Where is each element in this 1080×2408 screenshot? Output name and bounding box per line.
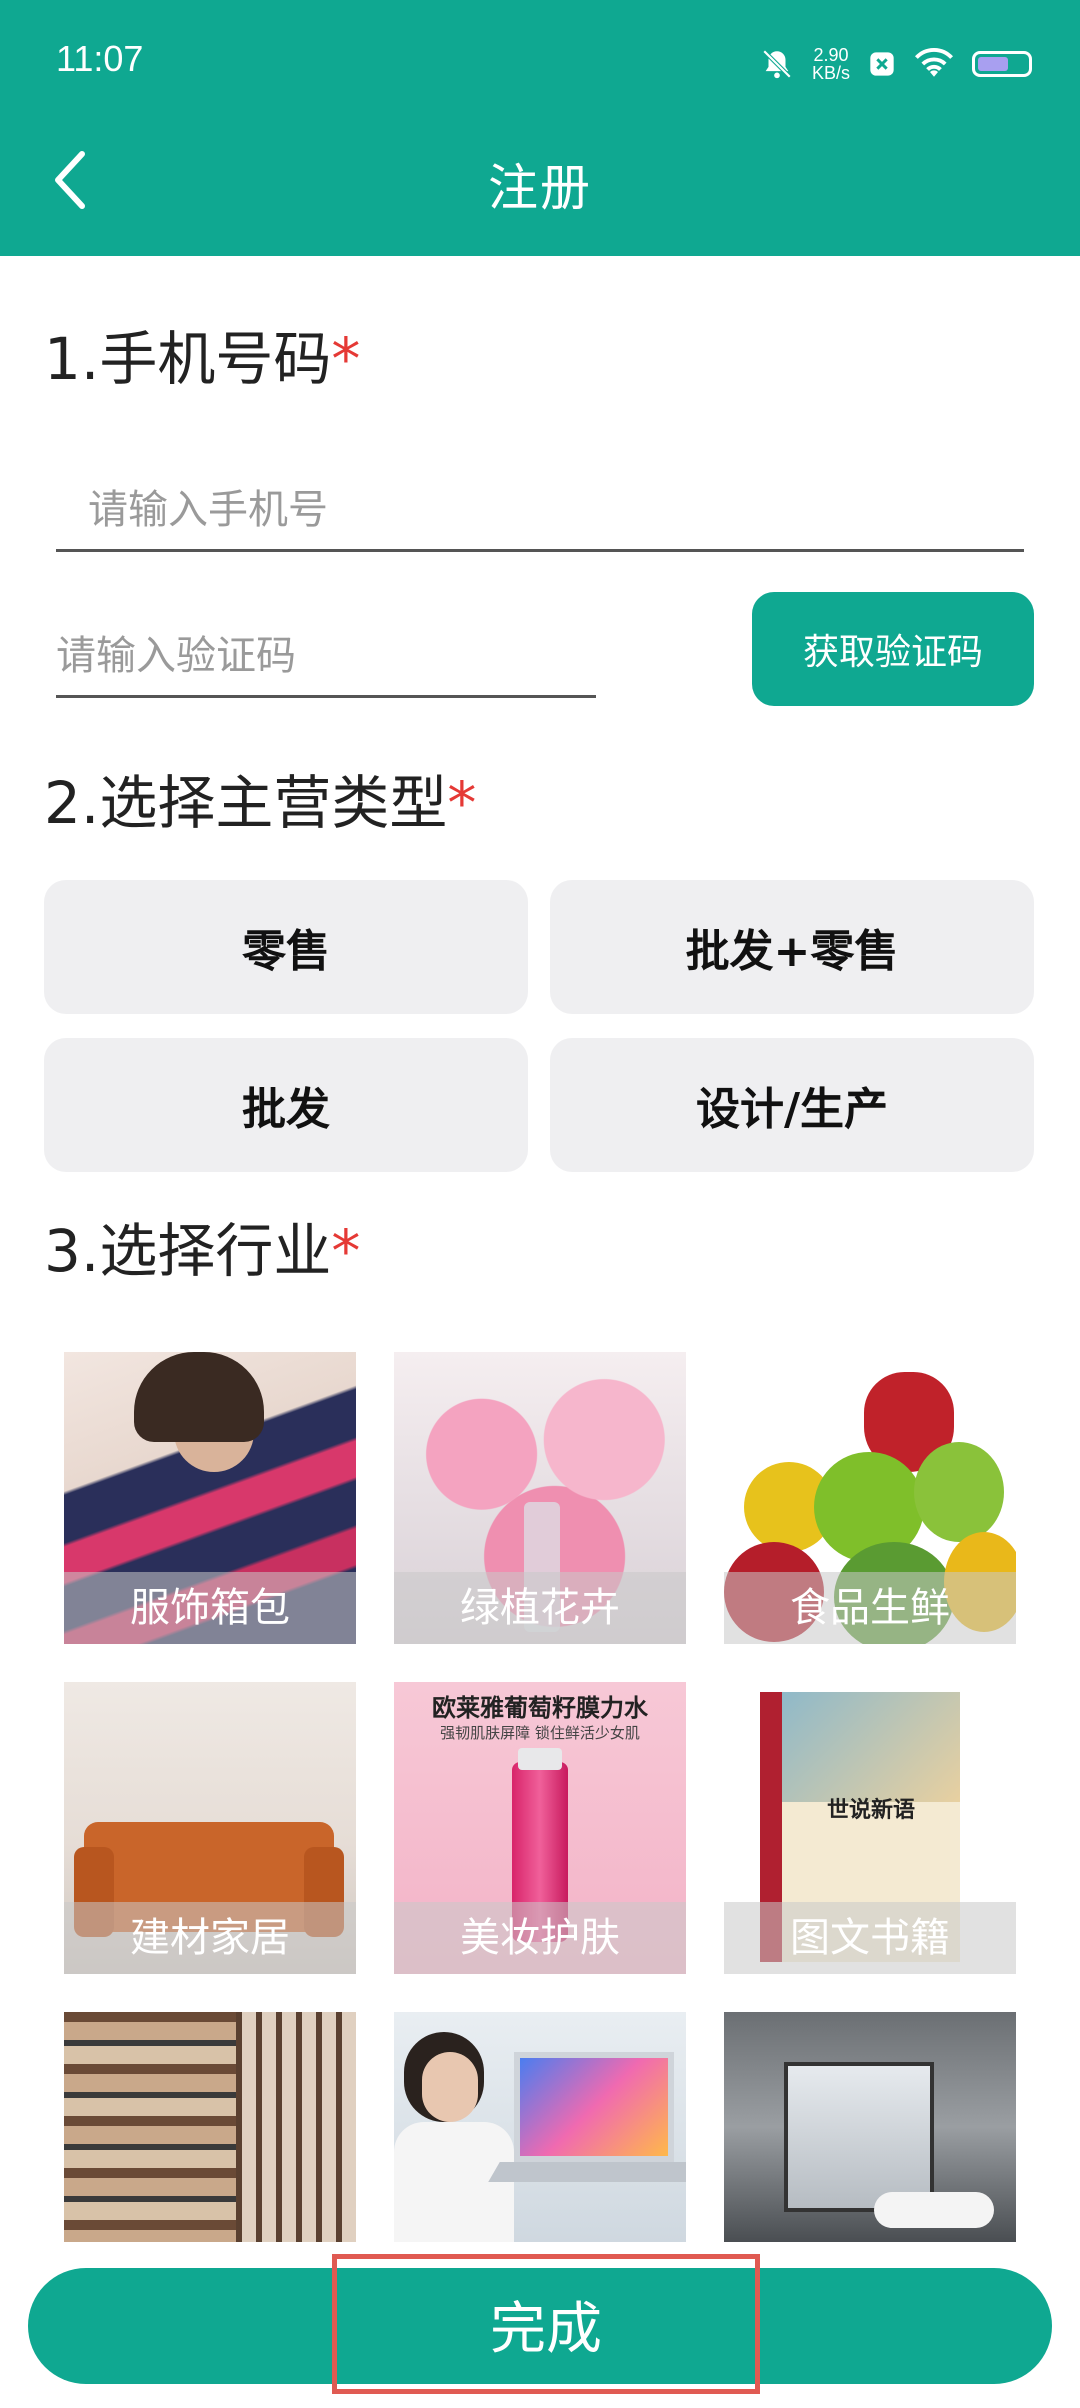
industry-tile-plants-flowers[interactable]: 绿植花卉 bbox=[394, 1352, 686, 1644]
required-mark: * bbox=[447, 769, 477, 837]
industry-label: 建材家居 bbox=[64, 1902, 356, 1974]
industry-label: 图文书籍 bbox=[724, 1902, 1016, 1974]
app-bar: 11:07 2.90 KB/s 注册 bbox=[0, 0, 1080, 256]
mute-icon bbox=[762, 49, 792, 79]
industry-tile-apparel[interactable]: 服饰箱包 bbox=[64, 1352, 356, 1644]
industry-tile-fresh-food[interactable]: 食品生鲜 bbox=[724, 1352, 1016, 1644]
section-business-type-title: 2.选择主营类型* bbox=[44, 769, 477, 837]
type-option-retail[interactable]: 零售 bbox=[44, 880, 528, 1014]
industry-tile-books[interactable]: 世说新语 图文书籍 bbox=[724, 1682, 1016, 1974]
get-code-button[interactable]: 获取验证码 bbox=[752, 592, 1034, 706]
verification-code-input[interactable]: 请输入验证码 bbox=[56, 628, 596, 698]
industry-tile-electronics[interactable] bbox=[394, 2012, 686, 2242]
code-placeholder: 请输入验证码 bbox=[56, 633, 296, 679]
type-option-wholesale-retail[interactable]: 批发+零售 bbox=[550, 880, 1034, 1014]
industry-label: 绿植花卉 bbox=[394, 1572, 686, 1644]
section-phone-title: 1.手机号码* bbox=[44, 325, 361, 393]
type-option-design-production[interactable]: 设计/生产 bbox=[550, 1038, 1034, 1172]
industry-tile-building-home[interactable]: 建材家居 bbox=[64, 1682, 356, 1974]
industry-label: 美妆护肤 bbox=[394, 1902, 686, 1974]
book-cover-title: 世说新语 bbox=[826, 1797, 915, 1823]
industry-tile-store-shelves[interactable] bbox=[64, 2012, 356, 2242]
wifi-icon bbox=[914, 48, 954, 77]
required-mark: * bbox=[331, 1217, 361, 1285]
phone-placeholder: 请输入手机号 bbox=[88, 487, 328, 533]
notification-icon bbox=[870, 52, 894, 76]
section-industry-title: 3.选择行业* bbox=[44, 1217, 361, 1285]
required-mark: * bbox=[331, 325, 361, 393]
phone-input[interactable]: 请输入手机号 bbox=[56, 482, 1024, 552]
status-icons: 2.90 KB/s bbox=[760, 42, 1032, 86]
industry-tile-beauty-skincare[interactable]: 欧莱雅葡萄籽膜力水 强韧肌肤屏障 锁住鲜活少女肌 美妆护肤 bbox=[394, 1682, 686, 1974]
net-speed: 2.90 KB/s bbox=[811, 45, 850, 83]
page-title: 注册 bbox=[488, 159, 592, 217]
industry-label: 服饰箱包 bbox=[64, 1572, 356, 1644]
status-time: 11:07 bbox=[56, 38, 144, 79]
industry-tile-bathroom[interactable] bbox=[724, 2012, 1016, 2242]
ad-subline: 强韧肌肤屏障 锁住鲜活少女肌 bbox=[440, 1724, 640, 1742]
ad-headline: 欧莱雅葡萄籽膜力水 bbox=[432, 1694, 648, 1722]
type-option-wholesale[interactable]: 批发 bbox=[44, 1038, 528, 1172]
industry-label: 食品生鲜 bbox=[724, 1572, 1016, 1644]
battery-icon bbox=[972, 51, 1032, 77]
done-button-highlight[interactable]: 完成 bbox=[332, 2254, 760, 2394]
